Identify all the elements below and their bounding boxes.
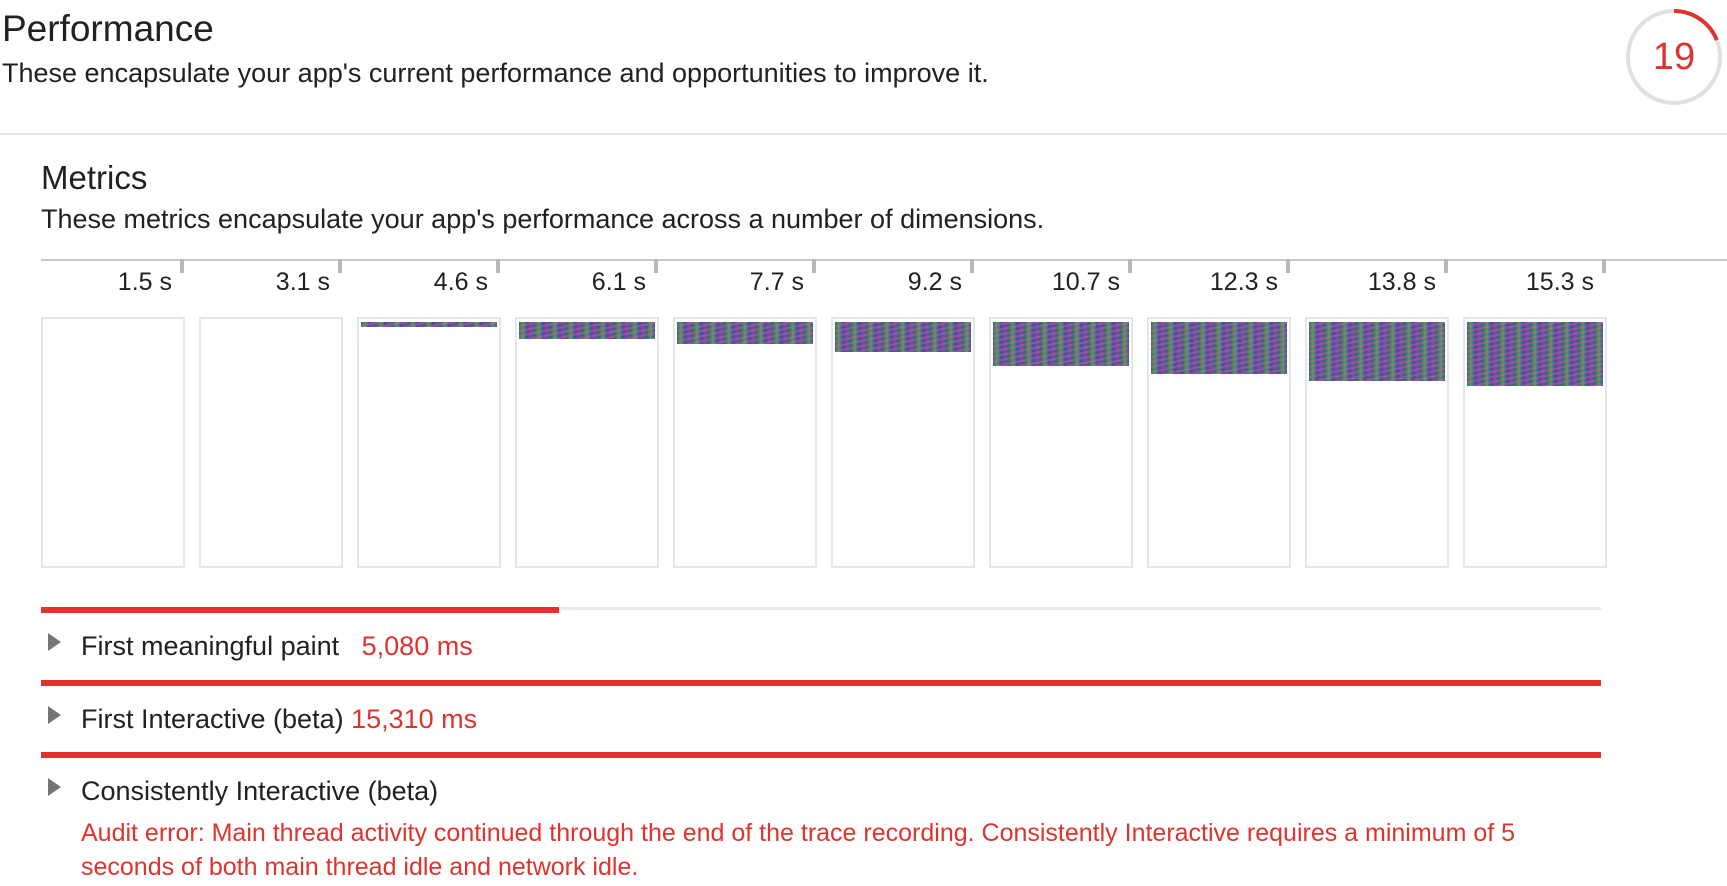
score-gauge: 19 [1623,6,1725,108]
frame-timestamp: 4.6 s [433,268,488,296]
timeline-tick [970,259,974,273]
filmstrip-frame: 12.3 s [1147,259,1291,579]
header-divider [0,133,1727,135]
painted-content [835,322,971,352]
metric-toggle[interactable]: First meaningful paint 5,080 ms [41,629,1601,665]
metric-toggle[interactable]: Consistently Interactive (beta) [41,774,1601,810]
frame-screenshot [199,317,343,568]
frame-timestamp: 12.3 s [1209,268,1278,296]
timeline-tick [1286,259,1290,273]
frame-screenshot [1305,317,1449,568]
metric-label: Consistently Interactive (beta) [81,774,438,808]
metric-value: 15,310 ms [351,704,478,734]
painted-content [1309,322,1445,381]
frame-screenshot [41,317,185,568]
metric-name: Consistently Interactive (beta) [81,776,439,806]
frame-screenshot [831,317,975,568]
frame-timestamp: 15.3 s [1525,268,1594,296]
metric-name: First Interactive (beta) [81,704,344,734]
metrics-group-title: Metrics [41,159,148,196]
frame-timestamp: 3.1 s [275,268,330,296]
metric-spacer [339,631,362,661]
timeline-tick [180,259,184,273]
painted-content [1467,322,1603,386]
filmstrip-frame: 1.5 s [41,259,185,579]
timeline-tick [1444,259,1448,273]
metric-label: First Interactive (beta) 15,310 ms [81,702,477,736]
metrics-group-header: Metrics These metrics encapsulate your a… [41,158,1641,236]
painted-content [993,322,1129,366]
timeline-tick [338,259,342,273]
filmstrip-frame: 3.1 s [199,259,343,579]
painted-content [361,322,497,327]
timeline-tick [496,259,500,273]
metric-value: 5,080 ms [361,631,473,661]
frame-timestamp: 9.2 s [907,268,962,296]
audit-error-message: Audit error: Main thread activity contin… [81,819,1516,881]
filmstrip-frame: 9.2 s [831,259,975,579]
metric-bar-fill [41,752,1601,758]
timeline-tick [812,259,816,273]
expand-triangle-icon[interactable] [48,633,61,651]
metric-name: First meaningful paint [81,631,340,661]
filmstrip-frame: 4.6 s [357,259,501,579]
timeline-tick [1602,259,1606,273]
timeline-tick [1128,259,1132,273]
metric-bar-fill [41,680,1601,686]
metric-bar-fill [41,607,559,613]
filmstrip-frame: 6.1 s [515,259,659,579]
filmstrip-frame: 7.7 s [673,259,817,579]
frame-screenshot [1147,317,1291,568]
filmstrip-frame: 13.8 s [1305,259,1449,579]
painted-content [519,322,655,339]
frame-timestamp: 13.8 s [1367,268,1436,296]
frame-screenshot [357,317,501,568]
frame-timestamp: 1.5 s [117,268,172,296]
metrics-group-description: These metrics encapsulate your app's per… [41,204,1045,234]
section-title: Performance [2,8,214,49]
filmstrip: 1.5 s 3.1 s 4.6 s 6.1 s 7.7 s 9.2 s 10.7 s 12.3… [41,259,1631,579]
frame-timestamp: 6.1 s [591,268,646,296]
score-value: 19 [1652,36,1696,78]
frame-screenshot [989,317,1133,568]
expand-triangle-icon[interactable] [48,778,61,796]
performance-section: Performance These encapsulate your app's… [0,0,1727,886]
frame-screenshot [673,317,817,568]
frame-screenshot [1463,317,1607,568]
expand-triangle-icon[interactable] [48,706,61,724]
section-header: Performance These encapsulate your app's… [2,6,1602,90]
metric-label: First meaningful paint 5,080 ms [81,629,473,663]
metric-toggle[interactable]: First Interactive (beta) 15,310 ms [41,702,1601,738]
frame-timestamp: 10.7 s [1051,268,1120,296]
painted-content [677,322,813,344]
filmstrip-frame: 10.7 s [989,259,1133,579]
painted-content [1151,322,1287,374]
filmstrip-frame: 15.3 s [1463,259,1607,579]
frame-timestamp: 7.7 s [749,268,804,296]
timeline-tick [654,259,658,273]
frame-screenshot [515,317,659,568]
metric-spacer [344,704,352,734]
section-description: These encapsulate your app's current per… [2,58,989,88]
